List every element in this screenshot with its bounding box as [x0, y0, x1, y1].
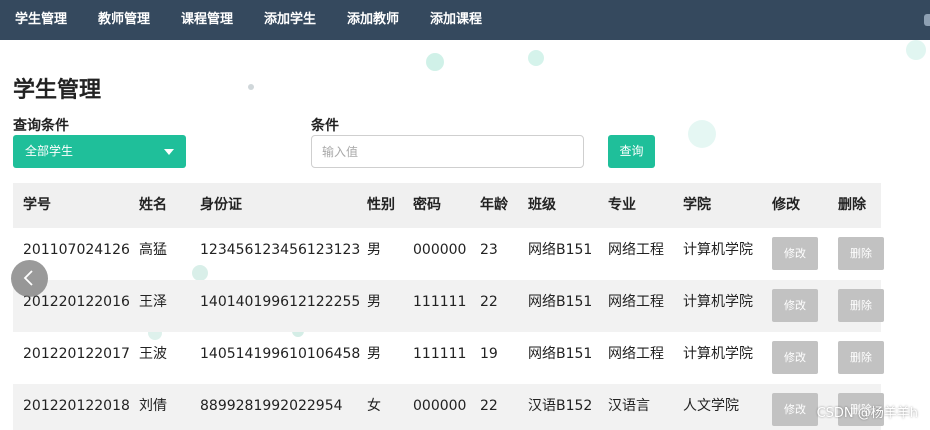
delete-button[interactable]: 删除 — [838, 341, 884, 374]
header-gender: 性别 — [367, 197, 395, 213]
cell-gender: 女 — [367, 398, 381, 414]
cell-college: 计算机学院 — [683, 242, 753, 258]
cell-name: 王泽 — [139, 294, 167, 310]
table-row: 201220122017 王波 140514199610106458 男 111… — [13, 332, 884, 384]
header-edit: 修改 — [772, 197, 800, 213]
cell-gender: 男 — [367, 242, 381, 258]
cell-id-card: 140514199610106458 — [200, 346, 361, 362]
cell-age: 23 — [480, 242, 498, 258]
cell-password: 000000 — [413, 242, 467, 258]
edit-button[interactable]: 修改 — [772, 341, 818, 374]
cell-college: 计算机学院 — [683, 294, 753, 310]
edit-button[interactable]: 修改 — [772, 289, 818, 322]
nav-course-management[interactable]: 课程管理 — [181, 0, 233, 40]
header-name: 姓名 — [139, 197, 167, 213]
header-delete: 删除 — [838, 197, 866, 213]
cell-gender: 男 — [367, 346, 381, 362]
cell-id-card: 8899281992022954 — [200, 398, 343, 414]
cell-major: 汉语言 — [608, 398, 650, 414]
watermark: CSDN @杨羊羊h — [816, 406, 918, 421]
cell-password: 000000 — [413, 398, 467, 414]
student-table: 学号 姓名 身份证 性别 密码 年龄 班级 专业 学院 修改 删除 201107… — [13, 183, 884, 430]
header-age: 年龄 — [480, 197, 508, 213]
header-student-id: 学号 — [23, 197, 51, 213]
cell-class: 网络B151 — [528, 346, 593, 362]
delete-button[interactable]: 删除 — [838, 237, 884, 270]
cell-age: 19 — [480, 346, 498, 362]
nav-add-student[interactable]: 添加学生 — [264, 0, 316, 40]
cell-gender: 男 — [367, 294, 381, 310]
cell-name: 高猛 — [139, 242, 167, 258]
cell-student-id: 201220122017 — [23, 346, 130, 362]
header-major: 专业 — [608, 197, 636, 213]
nav-teacher-management[interactable]: 教师管理 — [98, 0, 150, 40]
cell-password: 111111 — [413, 294, 467, 310]
student-filter-select[interactable]: 全部学生 — [13, 135, 186, 168]
cell-class: 汉语B152 — [528, 398, 593, 414]
cell-major: 网络工程 — [608, 242, 664, 258]
back-button[interactable] — [11, 260, 48, 297]
cell-major: 网络工程 — [608, 346, 664, 362]
cell-student-id: 201220122018 — [23, 398, 130, 414]
nav-overflow-indicator — [924, 14, 930, 26]
cell-id-card: 140140199612122255 — [200, 294, 361, 310]
query-button[interactable]: 查询 — [608, 135, 655, 168]
header-password: 密码 — [413, 197, 441, 213]
header-college: 学院 — [683, 197, 711, 213]
table-header: 学号 姓名 身份证 性别 密码 年龄 班级 专业 学院 修改 删除 — [13, 183, 881, 228]
cell-major: 网络工程 — [608, 294, 664, 310]
cell-class: 网络B151 — [528, 294, 593, 310]
nav-add-course[interactable]: 添加课程 — [430, 0, 482, 40]
query-condition-label: 查询条件 — [13, 118, 69, 134]
cell-name: 刘倩 — [139, 398, 167, 414]
cell-age: 22 — [480, 294, 498, 310]
cell-id-card: 123456123456123123 — [200, 242, 361, 258]
top-navigation: 学生管理 教师管理 课程管理 添加学生 添加教师 添加课程 — [0, 0, 930, 40]
page-title: 学生管理 — [13, 78, 102, 103]
cell-name: 王波 — [139, 346, 167, 362]
nav-add-teacher[interactable]: 添加教师 — [347, 0, 399, 40]
condition-label: 条件 — [311, 118, 339, 134]
header-class: 班级 — [528, 197, 556, 213]
condition-input[interactable] — [311, 135, 584, 168]
cell-college: 人文学院 — [683, 398, 739, 414]
chevron-left-icon — [23, 270, 33, 286]
cell-age: 22 — [480, 398, 498, 414]
student-filter-select-value: 全部学生 — [25, 144, 74, 158]
cell-college: 计算机学院 — [683, 346, 753, 362]
nav-student-management[interactable]: 学生管理 — [15, 0, 67, 40]
table-row: 201220122016 王泽 140140199612122255 男 111… — [13, 280, 884, 332]
table-row: 201107024126 高猛 123456123456123123 男 000… — [13, 228, 884, 280]
cell-class: 网络B151 — [528, 242, 593, 258]
header-id-card: 身份证 — [200, 197, 242, 213]
delete-button[interactable]: 删除 — [838, 289, 884, 322]
table-row: 201220122018 刘倩 8899281992022954 女 00000… — [13, 384, 884, 430]
caret-down-icon — [164, 149, 174, 155]
cell-password: 111111 — [413, 346, 467, 362]
edit-button[interactable]: 修改 — [772, 237, 818, 270]
edit-button[interactable]: 修改 — [772, 393, 818, 426]
